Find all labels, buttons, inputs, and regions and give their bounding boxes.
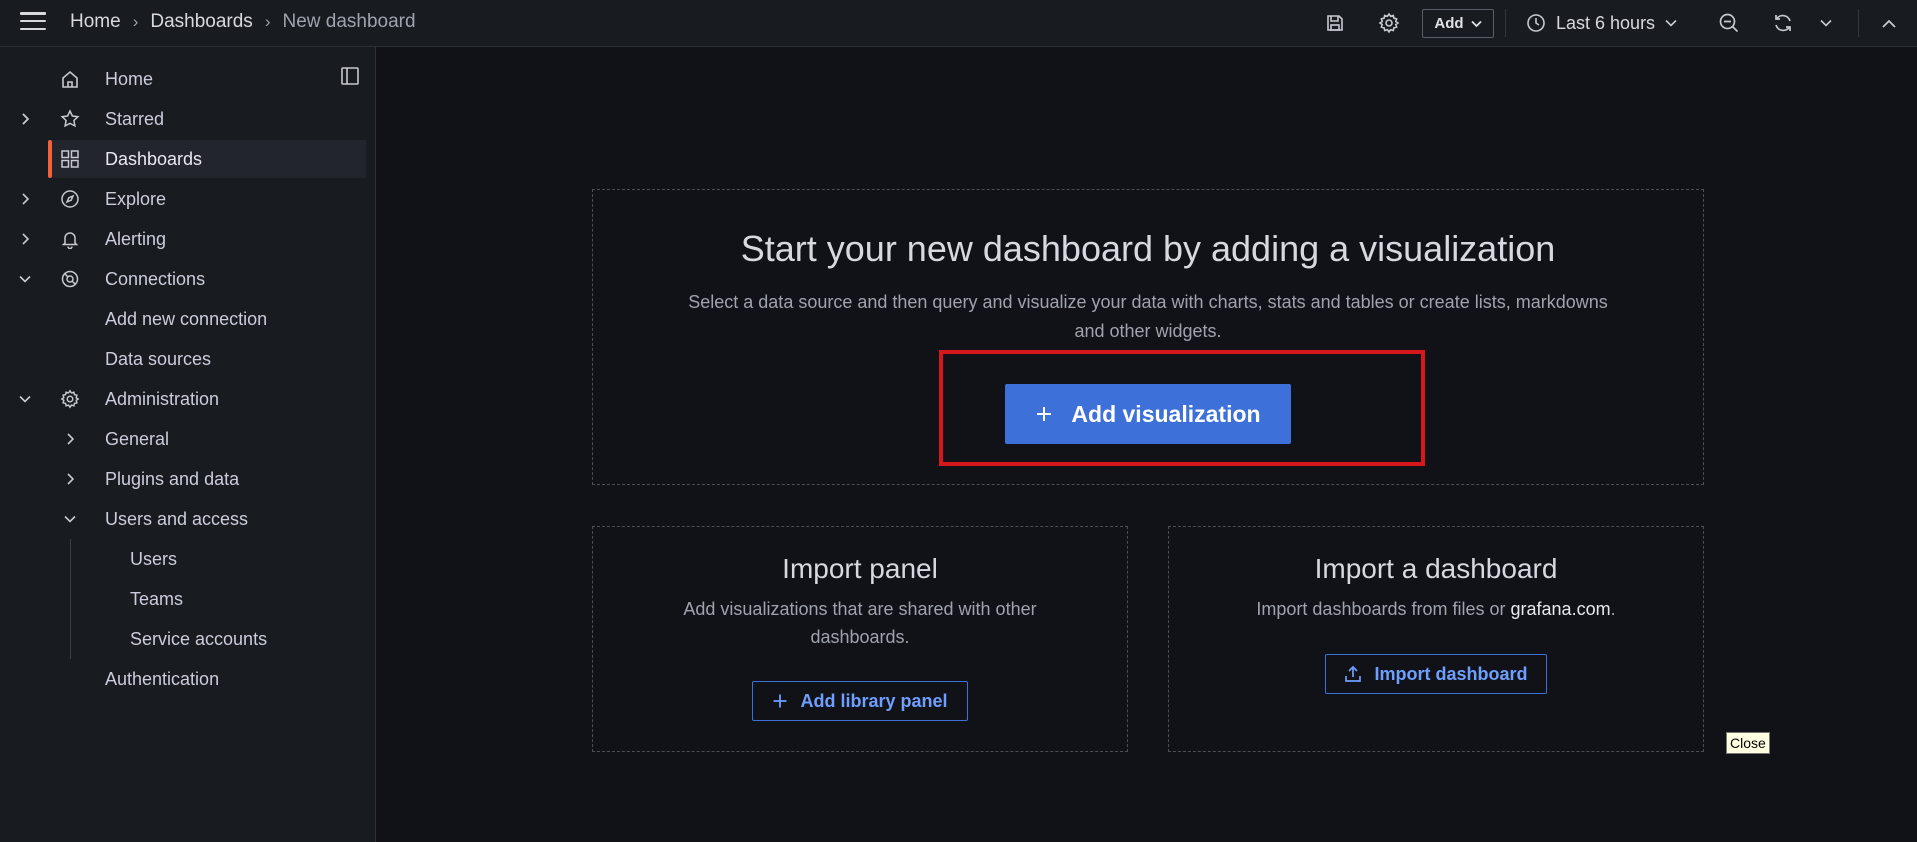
chevron-down-icon[interactable] xyxy=(18,272,32,286)
refresh-icon[interactable] xyxy=(1770,10,1796,36)
sidebar-item-connections[interactable]: Connections xyxy=(0,260,366,298)
breadcrumb-current: New dashboard xyxy=(282,11,416,32)
save-icon[interactable] xyxy=(1322,10,1348,36)
top-bar: Home › Dashboards › New dashboard Add La… xyxy=(0,0,1917,47)
sidebar-item-label: Explore xyxy=(105,188,167,209)
toolbar-divider xyxy=(1858,9,1859,37)
clock-icon xyxy=(1527,14,1545,32)
sidebar-item-label: Add new connection xyxy=(105,308,268,329)
sidebar-item-teams[interactable]: Teams xyxy=(0,580,366,618)
sidebar-item-authentication[interactable]: Authentication xyxy=(0,660,366,698)
sidebar-item-users[interactable]: Users xyxy=(0,540,366,578)
sidebar-item-label: Data sources xyxy=(105,348,212,369)
sidebar-item-service-accounts[interactable]: Service accounts xyxy=(0,620,366,658)
sidebar-item-users-and-access[interactable]: Users and access xyxy=(0,500,366,538)
chevron-down-icon[interactable] xyxy=(18,392,32,406)
sidebar-item-label: Users and access xyxy=(105,508,249,529)
chevron-down-icon xyxy=(1470,20,1482,27)
sidebar-item-label: Connections xyxy=(105,268,206,289)
chevron-down-icon[interactable] xyxy=(63,512,77,526)
chevron-right-icon[interactable] xyxy=(63,472,77,486)
sidebar-item-label: General xyxy=(105,428,170,449)
chevron-right-icon: › xyxy=(132,12,139,31)
breadcrumb: Home › Dashboards › New dashboard xyxy=(70,11,416,33)
plus-icon xyxy=(1037,407,1052,421)
chevron-down-icon xyxy=(1665,19,1677,27)
import-dashboard-label: Import dashboard xyxy=(1374,663,1528,684)
add-label: Add xyxy=(1434,15,1464,32)
empty-dashboard-title: Start your new dashboard by adding a vis… xyxy=(740,228,1556,269)
sidebar-item-label: Alerting xyxy=(105,228,167,249)
empty-dashboard-subtitle: Select a data source and then query and … xyxy=(688,292,1608,341)
add-dropdown-button[interactable]: Add xyxy=(1422,9,1494,38)
close-tooltip: Close xyxy=(1726,732,1770,754)
sidebar-item-administration[interactable]: Administration xyxy=(0,380,366,418)
add-visualization-button[interactable]: Add visualization xyxy=(1005,384,1291,444)
menu-toggle-button[interactable] xyxy=(20,12,46,34)
import-panel-title: Import panel xyxy=(782,553,938,584)
sidebar-item-label: Home xyxy=(105,68,154,89)
import-dashboard-subtitle-text: Import dashboards from files or xyxy=(1256,599,1511,619)
collapse-chevron-up-icon[interactable] xyxy=(1876,10,1902,36)
import-dashboard-title: Import a dashboard xyxy=(1314,553,1558,584)
plus-icon xyxy=(773,694,787,708)
bell-icon xyxy=(59,228,81,250)
breadcrumb-home[interactable]: Home xyxy=(70,11,121,33)
chevron-right-icon[interactable] xyxy=(18,112,32,126)
upload-icon xyxy=(1345,665,1362,682)
sidebar-item-starred[interactable]: Starred xyxy=(0,100,366,138)
sidebar-item-data-sources[interactable]: Data sources xyxy=(0,340,366,378)
sidebar-item-label: Dashboards xyxy=(105,148,203,169)
chevron-right-icon[interactable] xyxy=(63,432,77,446)
connections-icon xyxy=(59,268,81,290)
apps-grid-icon xyxy=(59,148,81,170)
sidebar: Home Starred Dashboards Explore Alerting… xyxy=(0,47,376,842)
refresh-interval-chevron-icon[interactable] xyxy=(1813,10,1839,36)
sidebar-item-label: Users xyxy=(130,548,178,569)
sidebar-item-add-new-connection[interactable]: Add new connection xyxy=(0,300,366,338)
breadcrumb-dashboards[interactable]: Dashboards xyxy=(150,11,252,33)
sidebar-item-label: Service accounts xyxy=(130,628,268,649)
grafana-com-link[interactable]: grafana.com xyxy=(1511,599,1611,619)
star-icon xyxy=(59,108,81,130)
chevron-right-icon: › xyxy=(264,12,271,31)
chevron-right-icon[interactable] xyxy=(18,192,32,206)
sidebar-item-explore[interactable]: Explore xyxy=(0,180,366,218)
import-dashboard-subtitle: Import dashboards from files or grafana.… xyxy=(1168,595,1704,623)
zoom-out-icon[interactable] xyxy=(1716,10,1742,36)
sidebar-item-plugins-and-data[interactable]: Plugins and data xyxy=(0,460,366,498)
import-dashboard-subtitle-suffix: . xyxy=(1610,599,1616,619)
cog-icon xyxy=(59,388,81,410)
sidebar-item-label: Starred xyxy=(105,108,165,129)
time-range-label: Last 6 hours xyxy=(1556,12,1656,33)
sidebar-item-dashboards[interactable]: Dashboards xyxy=(48,140,366,178)
time-range-picker[interactable]: Last 6 hours xyxy=(1526,10,1677,36)
chevron-right-icon[interactable] xyxy=(18,232,32,246)
toolbar-divider xyxy=(1505,9,1506,37)
sidebar-item-label: Teams xyxy=(130,588,184,609)
import-dashboard-button[interactable]: Import dashboard xyxy=(1325,654,1547,694)
sidebar-item-general[interactable]: General xyxy=(0,420,366,458)
sidebar-item-label: Authentication xyxy=(105,668,220,689)
settings-gear-icon[interactable] xyxy=(1376,10,1402,36)
add-library-panel-label: Add library panel xyxy=(800,690,948,711)
sidebar-item-label: Plugins and data xyxy=(105,468,240,489)
sidebar-item-home[interactable]: Home xyxy=(0,60,366,98)
add-library-panel-button[interactable]: Add library panel xyxy=(752,681,968,721)
import-panel-subtitle: Add visualizations that are shared with … xyxy=(683,599,1037,647)
sidebar-item-label: Administration xyxy=(105,388,220,409)
compass-icon xyxy=(59,188,81,210)
home-icon xyxy=(59,68,81,90)
add-visualization-label: Add visualization xyxy=(1071,400,1261,427)
sidebar-item-alerting[interactable]: Alerting xyxy=(0,220,366,258)
